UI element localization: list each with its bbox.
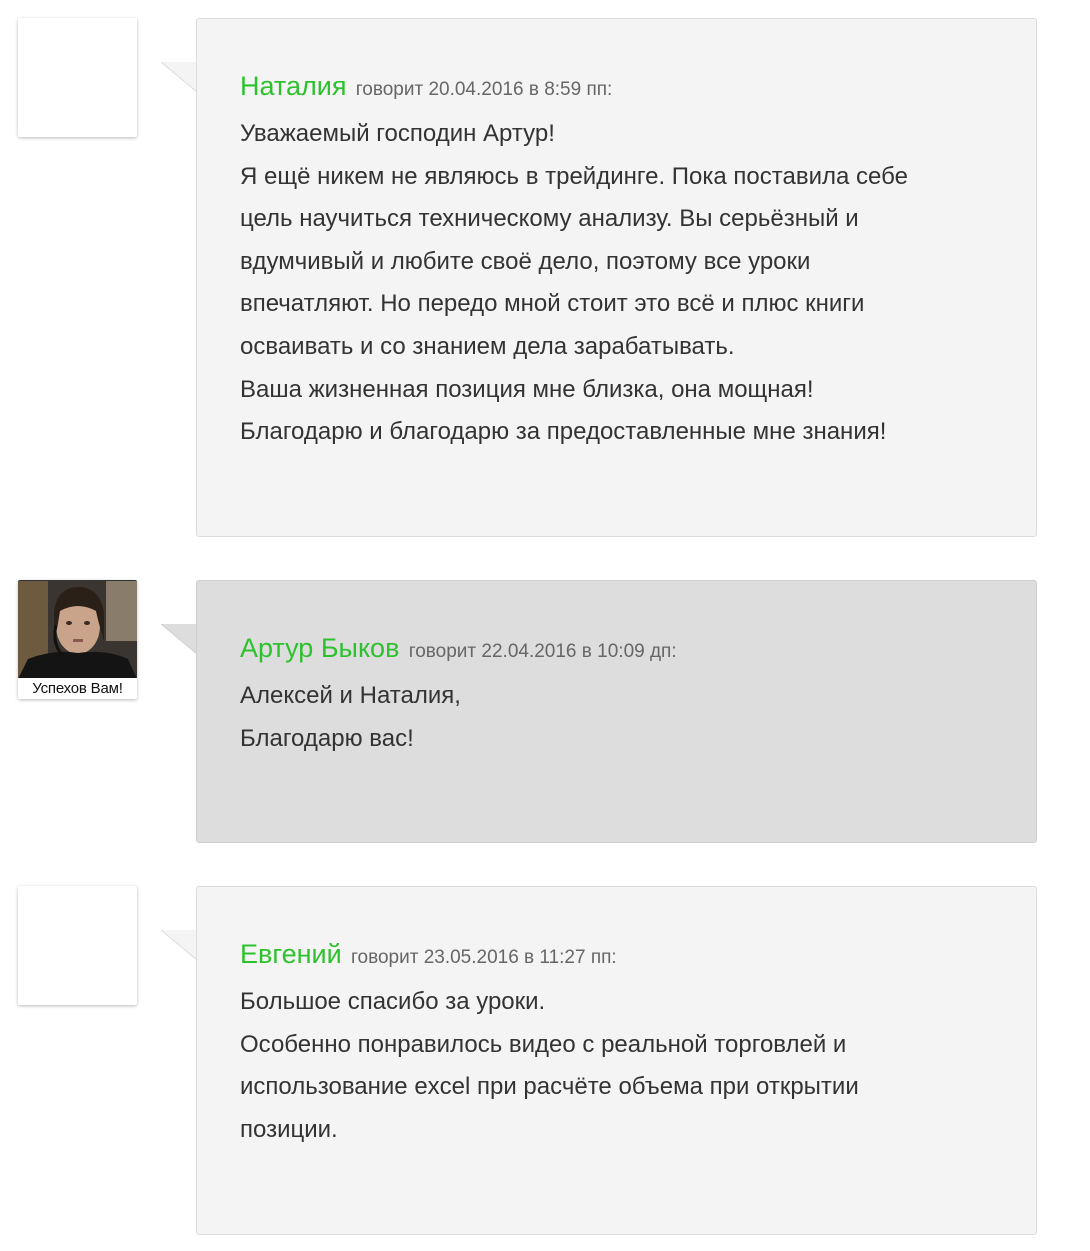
comment-line: Я ещё никем не являюсь в трейдинге. Пока… [240, 162, 908, 190]
says-label: говорит [350, 947, 419, 968]
comment-author-link[interactable]: Евгений [240, 939, 342, 969]
comment-line: Благодарю и благодарю за предоставленные… [240, 418, 887, 446]
comment-line: впечатляют. Но передо мной стоит это всё… [240, 290, 865, 318]
comment-line: цель научиться техническому анализу. Вы … [240, 205, 859, 233]
comment-bubble: Наталия говорит 20.04.2016 в 8:59 пп: Ув… [196, 18, 1037, 537]
comment-line: Алексей и Наталия, [240, 682, 461, 709]
comment-line: использование excel при расчёте объема п… [240, 1073, 859, 1101]
comment-author-link[interactable]: Артур Быков [240, 633, 399, 663]
comment-line: Благодарю вас! [240, 724, 414, 752]
avatar-placeholder [18, 18, 137, 137]
avatar: Успехов Вам! [18, 580, 137, 699]
comment-body: Большое спасибо за уроки. Особенно понра… [240, 981, 1016, 1151]
comment-date[interactable]: 20.04.2016 в 8:59 пп: [428, 79, 612, 100]
comment-meta: Артур Быков говорит 22.04.2016 в 10:09 д… [240, 631, 1016, 669]
comment-line: Большое спасибо за уроки. [240, 988, 546, 1015]
comment-body: Алексей и Наталия, Благодарю вас! [240, 675, 1016, 760]
comment-line: вдумчивый и любите своё дело, поэтому вс… [240, 247, 811, 275]
avatar-photo [18, 581, 137, 679]
comment-author-link[interactable]: Наталия [240, 71, 346, 101]
comment-line: позиции. [240, 1115, 338, 1143]
comment-meta: Наталия говорит 20.04.2016 в 8:59 пп: [240, 69, 1016, 107]
comment-meta: Евгений говорит 23.05.2016 в 11:27 пп: [240, 937, 1016, 975]
comment-date[interactable]: 23.05.2016 в 11:27 пп: [424, 947, 617, 968]
comment-date[interactable]: 22.04.2016 в 10:09 дп: [481, 641, 676, 662]
comment-bubble: Артур Быков говорит 22.04.2016 в 10:09 д… [196, 580, 1037, 843]
comment-bubble: Евгений говорит 23.05.2016 в 11:27 пп: Б… [196, 886, 1037, 1235]
avatar-placeholder [18, 886, 137, 1005]
comment-line: Особенно понравилось видео с реальной то… [240, 1030, 847, 1058]
comment-body: Уважаемый господин Артур! Я ещё никем не… [240, 113, 1016, 454]
says-label: говорит [408, 641, 477, 662]
says-label: говорит [355, 79, 424, 100]
comment-line: осваивать и со знанием дела зарабатывать… [240, 332, 735, 360]
comment-line: Ваша жизненная позиция мне близка, она м… [240, 375, 814, 403]
comment-line: Уважаемый господин Артур! [240, 120, 555, 147]
avatar-caption: Успехов Вам! [18, 678, 137, 699]
